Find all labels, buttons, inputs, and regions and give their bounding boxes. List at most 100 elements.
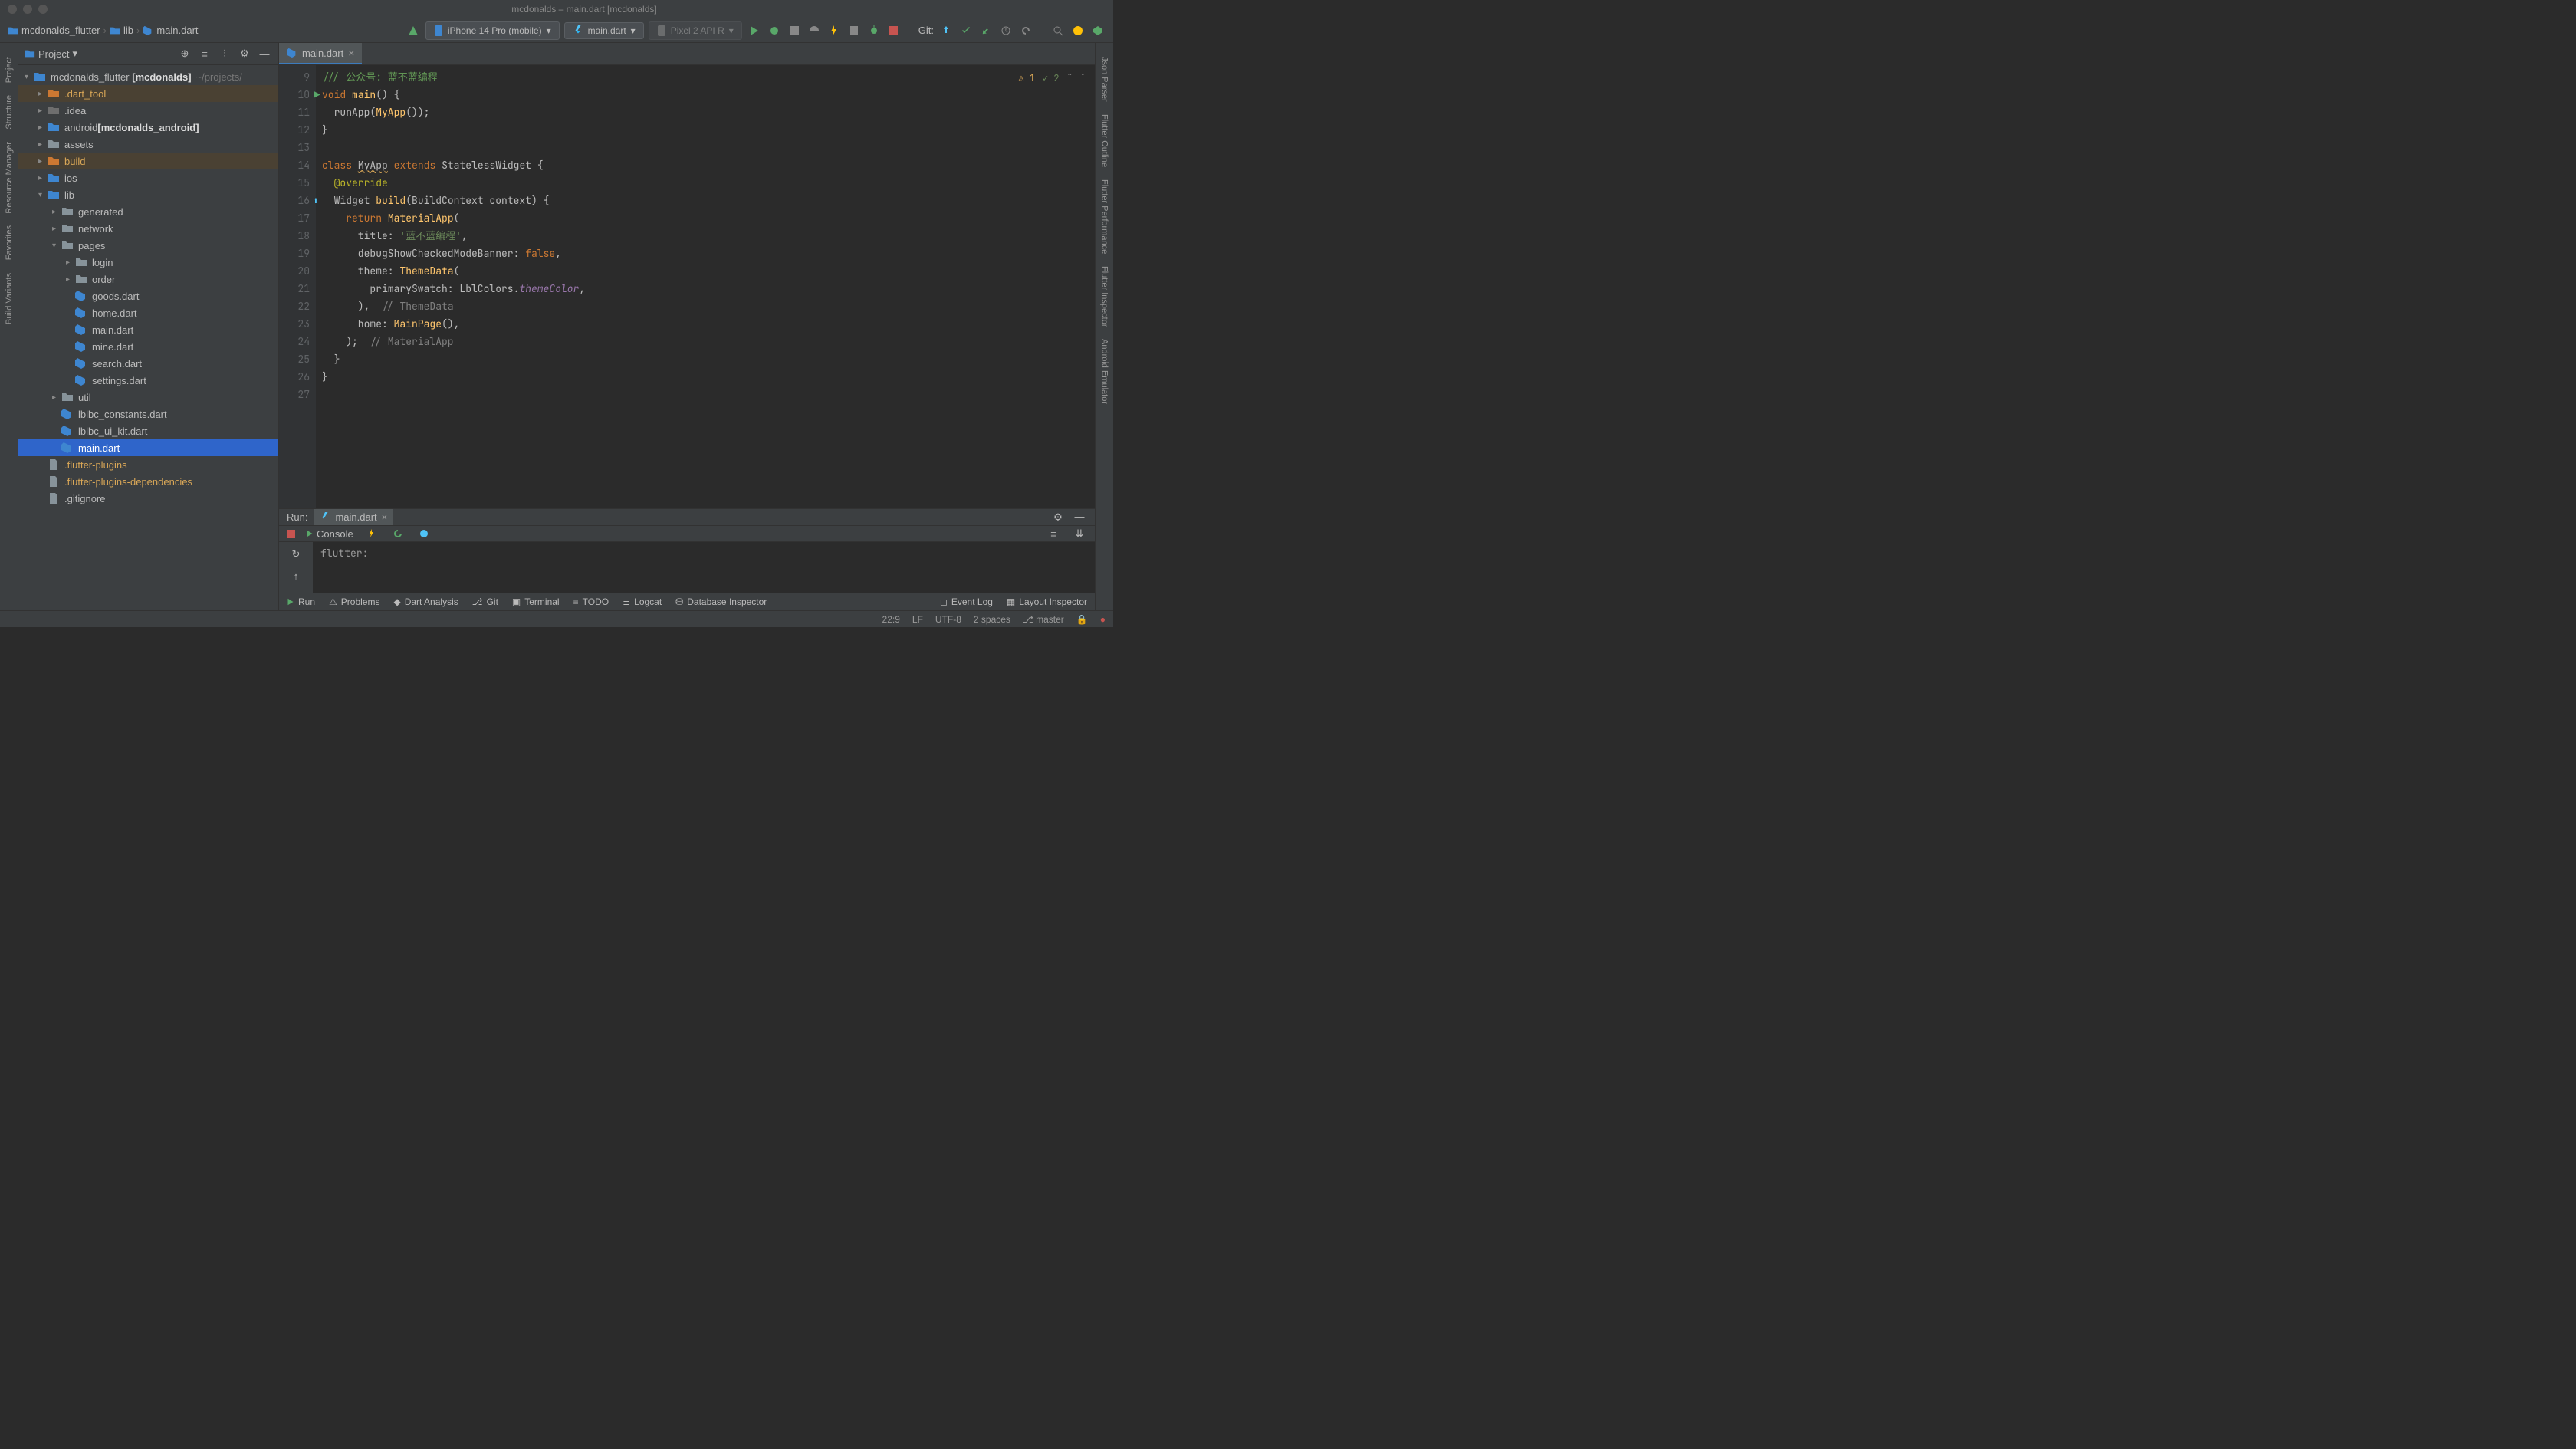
tree-item[interactable]: search.dart: [18, 355, 278, 372]
hot-reload-icon[interactable]: [364, 526, 380, 541]
breadcrumb-root[interactable]: mcdonalds_flutter: [8, 25, 100, 36]
tool-tab-flutter-inspector[interactable]: Flutter Inspector: [1099, 260, 1111, 333]
select-opened-file-button[interactable]: ⊕: [177, 46, 192, 61]
console-tab[interactable]: Console: [306, 528, 353, 540]
run-config-tab[interactable]: main.dart ×: [314, 509, 393, 525]
tree-item[interactable]: mine.dart: [18, 338, 278, 355]
git-rollback-button[interactable]: [1018, 23, 1033, 38]
tool-tab-layout-inspector[interactable]: ▦Layout Inspector: [1007, 596, 1087, 607]
tree-item[interactable]: ▸login: [18, 254, 278, 271]
status-line-ending[interactable]: LF: [912, 614, 923, 625]
tree-item[interactable]: ▸.idea: [18, 102, 278, 119]
tree-item[interactable]: ▸order: [18, 271, 278, 288]
git-commit-button[interactable]: [958, 23, 974, 38]
editor-tab-main[interactable]: main.dart ×: [279, 43, 362, 64]
tool-tab-run[interactable]: Run: [287, 596, 315, 607]
maximize-window-icon[interactable]: [38, 5, 48, 14]
tree-item[interactable]: ▸assets: [18, 136, 278, 153]
chevron-up-icon[interactable]: ˆ: [1067, 70, 1073, 87]
debug-button[interactable]: [767, 23, 782, 38]
close-window-icon[interactable]: [8, 5, 17, 14]
tool-tab-dart-analysis[interactable]: ◆Dart Analysis: [393, 596, 458, 607]
tree-item[interactable]: ▾pages: [18, 237, 278, 254]
ide-settings-button[interactable]: [1090, 23, 1106, 38]
tool-tab-favorites[interactable]: Favorites: [3, 219, 15, 266]
breadcrumb-folder[interactable]: lib: [110, 25, 133, 36]
chevron-down-icon[interactable]: ˇ: [1080, 70, 1086, 87]
scroll-to-end-icon[interactable]: ⇊: [1072, 526, 1087, 541]
hide-panel-button[interactable]: —: [1072, 510, 1087, 525]
gear-icon[interactable]: ⚙: [1050, 510, 1066, 525]
tree-item[interactable]: home.dart: [18, 304, 278, 321]
git-history-button[interactable]: [998, 23, 1014, 38]
tool-tab-logcat[interactable]: ≣Logcat: [623, 596, 662, 607]
editor-inspection-indicators[interactable]: ⚠ 1 ✓ 2 ˆ ˇ: [1018, 70, 1086, 87]
hot-restart-icon[interactable]: [390, 526, 406, 541]
tool-tab-flutter-performance[interactable]: Flutter Performance: [1099, 173, 1111, 260]
editor-content[interactable]: ⚠ 1 ✓ 2 ˆ ˇ /// 公众号: 蓝不蓝编程void main() { …: [316, 65, 1095, 508]
ide-updates-button[interactable]: [1070, 23, 1086, 38]
up-icon[interactable]: ↑: [288, 568, 304, 583]
git-push-button[interactable]: [978, 23, 994, 38]
hide-panel-button[interactable]: —: [257, 46, 272, 61]
editor-body[interactable]: 910▶111213141516⬆1718192021222324252627 …: [279, 65, 1095, 508]
close-tab-icon[interactable]: ×: [348, 47, 354, 59]
project-tree[interactable]: ▾ mcdonalds_flutter [mcdonalds] ~/projec…: [18, 65, 278, 610]
status-indent[interactable]: 2 spaces: [974, 614, 1010, 625]
status-cursor-position[interactable]: 22:9: [882, 614, 900, 625]
profile-button[interactable]: [807, 23, 822, 38]
tree-item[interactable]: ▸.dart_tool: [18, 85, 278, 102]
tool-tab-build-variants[interactable]: Build Variants: [3, 267, 15, 330]
status-git-branch[interactable]: ⎇ master: [1023, 614, 1064, 625]
tool-tab-json-parser[interactable]: Json Parser: [1099, 51, 1111, 108]
tool-tab-resource-manager[interactable]: Resource Manager: [3, 136, 15, 220]
stop-button[interactable]: [287, 530, 295, 538]
tree-item[interactable]: ▸network: [18, 220, 278, 237]
soft-wrap-icon[interactable]: ≡: [1046, 526, 1061, 541]
pass-indicator[interactable]: ✓ 2: [1043, 70, 1060, 87]
stop-button[interactable]: [886, 23, 902, 38]
tool-tab-android-emulator[interactable]: Android Emulator: [1099, 333, 1111, 410]
rerun-icon[interactable]: ↻: [288, 547, 304, 562]
run-config-selector[interactable]: main.dart ▾: [564, 22, 644, 39]
tree-item[interactable]: .gitignore: [18, 490, 278, 507]
collapse-all-button[interactable]: ⫶: [217, 46, 232, 61]
tool-tab-event-log[interactable]: ◻Event Log: [940, 596, 993, 607]
tool-tab-database-inspector[interactable]: ⛁Database Inspector: [675, 596, 767, 607]
hot-reload-button[interactable]: [826, 23, 842, 38]
status-encoding[interactable]: UTF-8: [935, 614, 961, 625]
tree-item[interactable]: main.dart: [18, 321, 278, 338]
tree-item[interactable]: ▸ios: [18, 169, 278, 186]
tree-item[interactable]: .flutter-plugins: [18, 456, 278, 473]
lock-icon[interactable]: 🔒: [1076, 614, 1088, 625]
close-icon[interactable]: ×: [382, 511, 388, 523]
devtools-icon[interactable]: [416, 526, 432, 541]
tool-tab-project[interactable]: Project: [3, 51, 15, 89]
tree-root[interactable]: ▾ mcdonalds_flutter [mcdonalds] ~/projec…: [18, 68, 278, 85]
tree-item[interactable]: lblbc_ui_kit.dart: [18, 422, 278, 439]
minimize-window-icon[interactable]: [23, 5, 32, 14]
tool-tab-structure[interactable]: Structure: [3, 89, 15, 136]
project-view-dropdown[interactable]: Project ▾: [25, 48, 77, 60]
tree-item[interactable]: main.dart: [18, 439, 278, 456]
search-everywhere-button[interactable]: [1050, 23, 1066, 38]
expand-all-button[interactable]: ≡: [197, 46, 212, 61]
tree-item[interactable]: ▸build: [18, 153, 278, 169]
tree-item[interactable]: ▸generated: [18, 203, 278, 220]
settings-icon[interactable]: ⚙: [237, 46, 252, 61]
run-button[interactable]: [747, 23, 762, 38]
tool-tab-terminal[interactable]: ▣Terminal: [512, 596, 560, 607]
tool-tab-git[interactable]: ⎇Git: [472, 596, 498, 607]
build-icon[interactable]: [406, 23, 421, 38]
hot-restart-button[interactable]: [846, 23, 862, 38]
error-indicator-icon[interactable]: ●: [1100, 614, 1106, 625]
breadcrumb-file[interactable]: main.dart: [143, 25, 198, 36]
tree-item[interactable]: goods.dart: [18, 288, 278, 304]
tree-item[interactable]: ▾lib: [18, 186, 278, 203]
tool-tab-flutter-outline[interactable]: Flutter Outline: [1099, 108, 1111, 173]
tree-item[interactable]: lblbc_constants.dart: [18, 406, 278, 422]
emulator-selector[interactable]: Pixel 2 API R ▾: [649, 21, 742, 40]
tool-tab-problems[interactable]: ⚠Problems: [329, 596, 380, 607]
attach-debugger-button[interactable]: [866, 23, 882, 38]
tree-item[interactable]: ▸android [mcdonalds_android]: [18, 119, 278, 136]
